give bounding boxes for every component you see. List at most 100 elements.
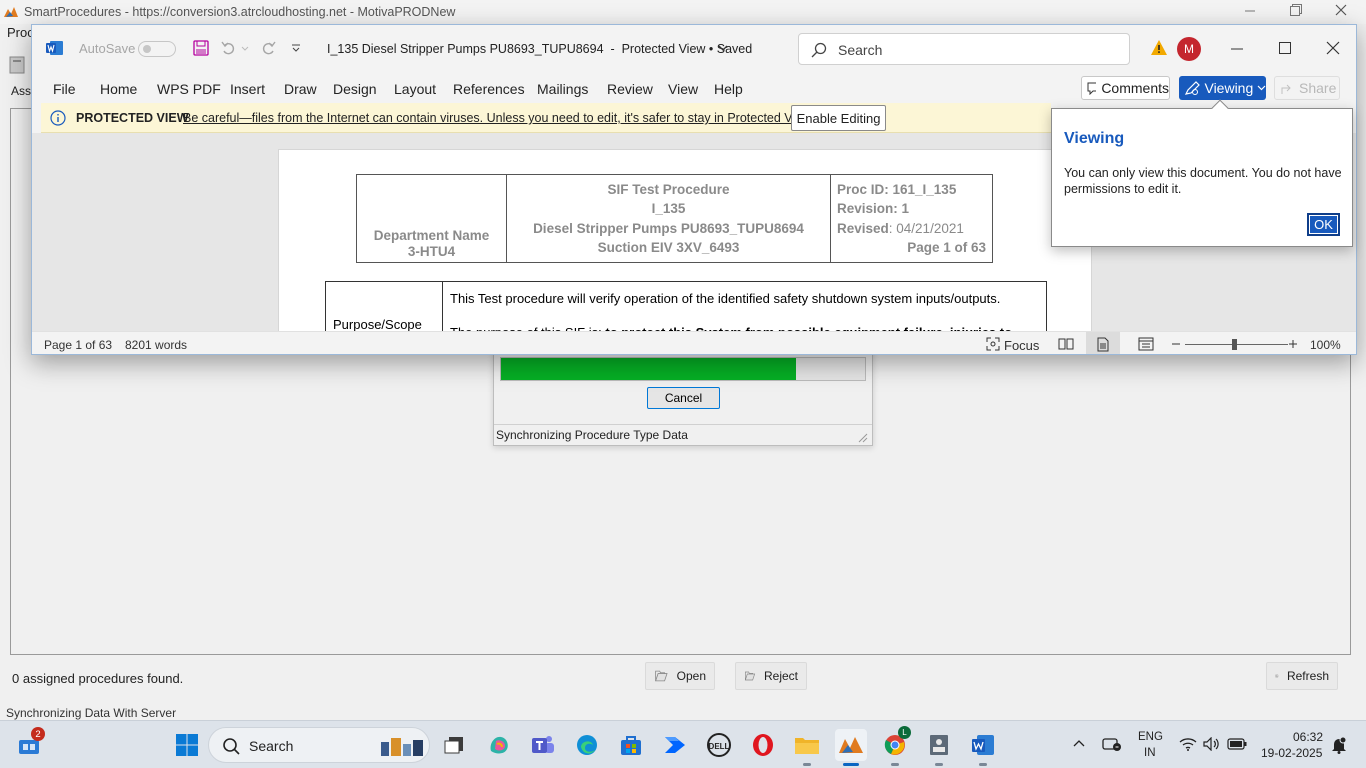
remote-app-button[interactable] (923, 729, 955, 766)
protected-view-message-link[interactable]: Be careful—files from the Internet can c… (183, 111, 814, 125)
notification-bell-icon[interactable] (1331, 736, 1347, 754)
focus-label[interactable]: Focus (1004, 338, 1039, 353)
word-count-status[interactable]: 8201 words (125, 338, 187, 352)
tab-references[interactable]: References (453, 81, 525, 97)
battery-icon[interactable] (1227, 738, 1247, 750)
bg-maximize-button[interactable] (1288, 3, 1302, 17)
share-button[interactable]: Share (1274, 76, 1340, 100)
file-explorer-button[interactable] (791, 729, 823, 766)
tab-draw[interactable]: Draw (284, 81, 317, 97)
refresh-button-label: Refresh (1286, 669, 1329, 683)
opera-button[interactable] (747, 729, 779, 761)
undo-dropdown-icon[interactable] (241, 46, 249, 51)
resize-grip-icon[interactable] (858, 433, 868, 443)
show-hidden-icons-chevron-icon[interactable] (1073, 739, 1085, 747)
user-avatar[interactable]: M (1177, 37, 1201, 61)
tab-layout[interactable]: Layout (394, 81, 436, 97)
comments-label: Comments (1101, 80, 1169, 96)
clock-date[interactable]: 19-02-2025 (1261, 746, 1322, 760)
zoom-slider[interactable] (1185, 339, 1288, 350)
tab-help[interactable]: Help (714, 81, 743, 97)
progress-status-bar (494, 424, 872, 425)
redo-icon[interactable] (259, 39, 277, 57)
tab-file[interactable]: File (53, 81, 76, 97)
task-view-button[interactable] (438, 729, 470, 761)
tab-wps-pdf[interactable]: WPS PDF (157, 81, 221, 97)
bg-toolbar-doc-icon[interactable] (8, 55, 28, 75)
tab-insert[interactable]: Insert (230, 81, 265, 97)
save-icon[interactable] (192, 39, 210, 57)
task-view-icon (444, 737, 463, 754)
refresh-button[interactable]: Refresh (1266, 662, 1338, 690)
word-minimize-button[interactable] (1230, 41, 1244, 55)
tab-review[interactable]: Review (607, 81, 653, 97)
bg-minimize-button[interactable] (1243, 3, 1257, 17)
volume-icon[interactable] (1203, 737, 1221, 751)
copilot-button[interactable] (483, 729, 515, 761)
word-taskbar-button[interactable] (967, 729, 999, 766)
revision: Revision: 1 (837, 201, 910, 216)
smartprocedures-taskbar-button[interactable] (835, 729, 867, 766)
store-button[interactable] (615, 729, 647, 761)
procedures-found-status: 0 assigned procedures found. (12, 671, 184, 686)
word-close-button[interactable] (1326, 41, 1340, 55)
power-automate-button[interactable] (659, 729, 691, 761)
quick-access-customize-icon[interactable] (291, 43, 301, 53)
word-running-indicator (979, 763, 987, 766)
zoom-out-icon[interactable] (1170, 338, 1182, 350)
background-app-titlebar: SmartProcedures - https://conversion3.at… (0, 0, 1366, 24)
zoom-level[interactable]: 100% (1310, 338, 1341, 352)
dell-button[interactable]: DELL (703, 729, 735, 761)
reject-icon (744, 671, 756, 681)
chrome-button[interactable]: L (879, 726, 911, 766)
autosave-knob (143, 45, 151, 53)
start-button[interactable] (171, 729, 203, 761)
tab-view[interactable]: View (668, 81, 698, 97)
teams-button[interactable] (527, 729, 559, 761)
tab-mailings[interactable]: Mailings (537, 81, 588, 97)
viewing-label: Viewing (1204, 80, 1254, 96)
read-mode-icon[interactable] (1058, 337, 1074, 351)
search-box[interactable]: Search (798, 33, 1130, 65)
print-layout-icon[interactable] (1086, 332, 1120, 354)
language-top[interactable]: ENG (1138, 731, 1163, 743)
edge-button[interactable] (571, 729, 603, 761)
chrome-profile-badge: L (898, 726, 911, 739)
word-maximize-button[interactable] (1278, 41, 1292, 55)
viewing-popup-body: You can only view this document. You do … (1064, 166, 1342, 196)
page-count-status[interactable]: Page 1 of 63 (44, 338, 112, 352)
document-title[interactable]: I_135 Diesel Stripper Pumps PU8693_TUPU8… (327, 42, 752, 56)
procedure-header-table: Department Name 3-HTU4 SIF Test Procedur… (356, 174, 993, 263)
zoom-in-icon[interactable] (1287, 338, 1299, 350)
viewing-popup-title: Viewing (1064, 130, 1125, 147)
undo-icon[interactable] (220, 39, 238, 57)
progress-status-text: Synchronizing Procedure Type Data (496, 428, 688, 442)
viewing-ok-button[interactable]: OK (1307, 213, 1340, 236)
reject-button[interactable]: Reject (735, 662, 807, 690)
autosave-toggle[interactable] (138, 41, 176, 57)
vpn-tray-icon[interactable] (1102, 736, 1122, 752)
enable-editing-button[interactable]: Enable Editing (791, 105, 886, 131)
clock-time[interactable]: 06:32 (1293, 730, 1323, 744)
open-button[interactable]: Open (645, 662, 715, 690)
viewing-chevron-down-icon (1257, 85, 1266, 91)
widgets-button[interactable]: 2 (14, 727, 46, 761)
comments-button[interactable]: Comments (1081, 76, 1170, 100)
wifi-icon[interactable] (1179, 737, 1197, 751)
tab-design[interactable]: Design (333, 81, 377, 97)
web-layout-icon[interactable] (1138, 337, 1154, 351)
share-label: Share (1299, 80, 1337, 96)
zoom-slider-thumb[interactable] (1232, 339, 1237, 350)
bg-menu-procedures[interactable]: Proc (7, 25, 34, 40)
language-bottom[interactable]: IN (1144, 747, 1156, 759)
protected-view-label: PROTECTED VIEW (76, 111, 189, 125)
focus-icon[interactable] (986, 337, 1000, 351)
tab-home[interactable]: Home (100, 81, 137, 97)
warning-icon[interactable] (1150, 39, 1168, 56)
bg-close-button[interactable] (1334, 3, 1348, 17)
revised-row: Revised: 04/21/2021 (837, 219, 986, 239)
viewing-mode-button[interactable]: Viewing (1179, 76, 1266, 100)
taskbar-search-box[interactable]: Search (208, 727, 430, 763)
cancel-sync-button[interactable]: Cancel (647, 387, 720, 409)
title-chevron-down-icon[interactable] (718, 45, 728, 52)
